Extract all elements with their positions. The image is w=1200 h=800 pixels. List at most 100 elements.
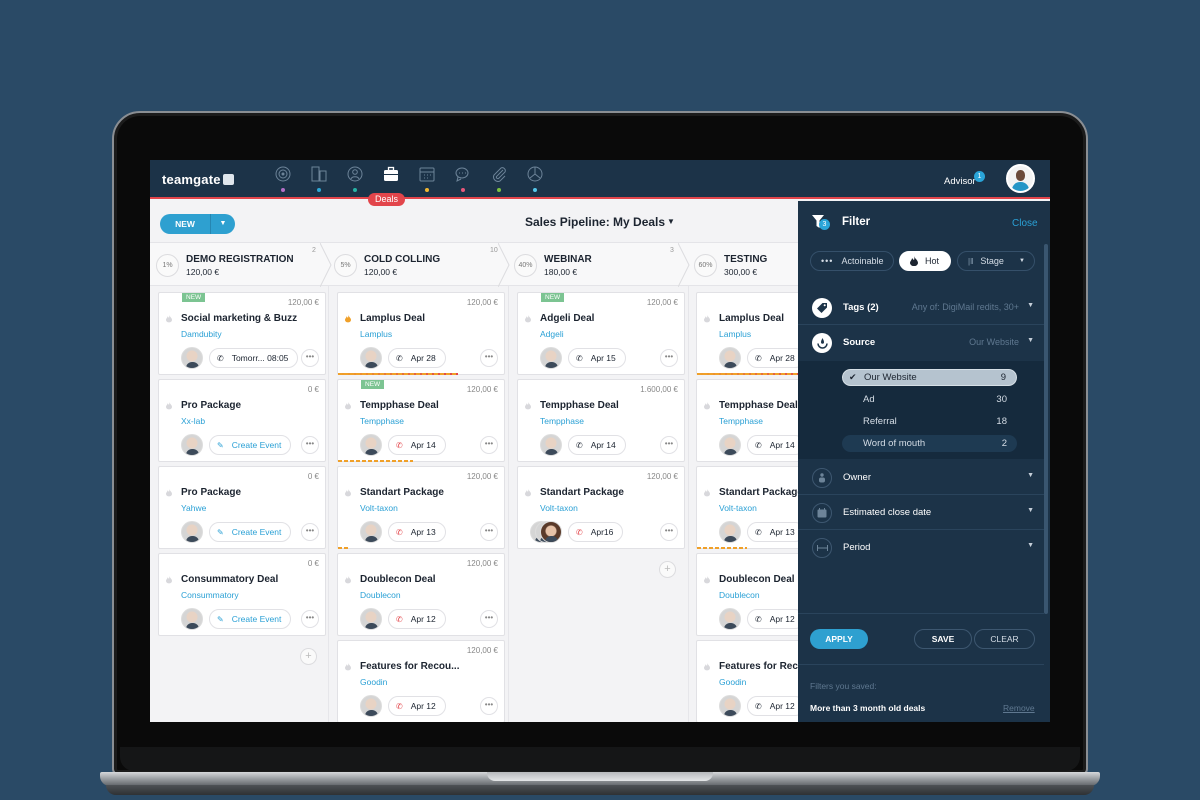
deal-company-link[interactable]: Xx-lab — [181, 416, 205, 426]
deal-company-link[interactable]: Yahwe — [181, 503, 206, 513]
filter-period[interactable]: Period ▼ — [798, 530, 1044, 565]
next-activity-button[interactable]: ✆ Apr 14 — [747, 435, 805, 455]
deal-card[interactable]: NEW 120,00 € Tempphase Deal Tempphase ✆ Apr… — [337, 379, 505, 462]
add-deal-button[interactable]: + — [300, 648, 317, 665]
deal-title[interactable]: Tempphase Deal — [360, 400, 439, 411]
avatar[interactable] — [540, 521, 562, 543]
owner-avatar[interactable] — [181, 347, 203, 369]
filter-tags[interactable]: Tags (2) Any of: DigiMail redits, 30+ ▼ — [798, 290, 1044, 325]
deal-title[interactable]: Doublecon Deal — [719, 574, 795, 585]
owner-avatar[interactable] — [360, 347, 382, 369]
nav-item-contact[interactable] — [337, 160, 373, 197]
deal-company-link[interactable]: Lamplus — [719, 329, 751, 339]
owner-avatar[interactable] — [181, 521, 203, 543]
more-options-button[interactable]: ••• — [301, 436, 319, 454]
owner-avatar[interactable] — [540, 434, 562, 456]
owner-avatar[interactable] — [181, 608, 203, 630]
deal-company-link[interactable]: Goodin — [360, 677, 387, 687]
next-activity-button[interactable]: ✆ Apr 12 — [388, 696, 446, 716]
add-deal-button[interactable]: + — [659, 561, 676, 578]
owner-avatar[interactable] — [360, 434, 382, 456]
new-button[interactable]: NEW ▼ — [160, 214, 235, 234]
more-options-button[interactable]: ••• — [660, 523, 678, 541]
user-avatar[interactable] — [1006, 164, 1035, 193]
deal-company-link[interactable]: Tempphase — [719, 416, 763, 426]
deal-card[interactable]: 120,00 € Features for Recou... Goodin ✆ Ap… — [337, 640, 505, 722]
apply-button[interactable]: APPLY — [810, 629, 868, 649]
more-options-button[interactable]: ••• — [480, 610, 498, 628]
next-activity-button[interactable]: ✆ Apr16 — [568, 522, 624, 542]
pipeline-selector[interactable]: Sales Pipeline: My Deals — [525, 215, 665, 229]
owner-avatar[interactable] — [181, 434, 203, 456]
more-options-button[interactable]: ••• — [301, 349, 319, 367]
deal-company-link[interactable]: Damdubity — [181, 329, 222, 339]
source-option[interactable]: Referral 18 — [842, 413, 1017, 430]
deal-card[interactable]: 0 € Consummatory Deal Consummatory ✎ Creat… — [158, 553, 326, 636]
next-activity-button[interactable]: ✆ Apr 12 — [747, 696, 805, 716]
deal-title[interactable]: Lamplus Deal — [360, 313, 425, 324]
deal-card[interactable]: NEW 120,00 € Adgeli Deal Adgeli ✆ Apr 15 ••… — [517, 292, 685, 375]
more-options-button[interactable]: ••• — [480, 697, 498, 715]
next-activity-button[interactable]: ✆ Apr 28 — [747, 348, 805, 368]
deal-title[interactable]: Adgeli Deal — [540, 313, 594, 324]
filter-scrollbar[interactable] — [1044, 244, 1048, 614]
nav-item-briefcase[interactable] — [373, 160, 409, 197]
deal-card[interactable]: 1.600,00 € Tempphase Deal Tempphase ✆ Apr … — [517, 379, 685, 462]
next-activity-button[interactable]: ✆ Apr 12 — [747, 609, 805, 629]
deal-title[interactable]: Standart Package — [540, 487, 624, 498]
deal-title[interactable]: Standart Package — [719, 487, 803, 498]
deal-card[interactable]: NEW 120,00 € Social marketing & Buzz Damd… — [158, 292, 326, 375]
next-activity-button[interactable]: ✎ Create Event — [209, 435, 292, 455]
source-option[interactable]: Word of mouth 2 — [842, 435, 1017, 452]
deal-card[interactable]: 120,00 € Standart Package Volt-taxon ✆ Apr… — [337, 466, 505, 549]
deal-company-link[interactable]: Tempphase — [540, 416, 584, 426]
deal-title[interactable]: Features for Recou... — [360, 661, 459, 672]
deal-title[interactable]: Pro Package — [181, 400, 241, 411]
next-activity-button[interactable]: ✆ Apr 14 — [568, 435, 626, 455]
nav-item-chat[interactable] — [445, 160, 481, 197]
next-activity-button[interactable]: ✆ Tomorr... 08:05 — [209, 348, 299, 368]
teamgate-logo[interactable]: teamgate — [162, 172, 234, 187]
deal-title[interactable]: Tempphase Deal — [719, 400, 798, 411]
more-options-button[interactable]: ••• — [660, 436, 678, 454]
chip-hot[interactable]: Hot — [899, 251, 951, 271]
deal-company-link[interactable]: Goodin — [719, 677, 746, 687]
chip-actionable[interactable]: ••• Actoinable — [810, 251, 894, 271]
saved-filter-item[interactable]: More than 3 month old deals — [810, 703, 925, 713]
more-options-button[interactable]: ••• — [301, 610, 319, 628]
owner-avatar[interactable] — [719, 521, 741, 543]
next-activity-button[interactable]: ✆ Apr 15 — [568, 348, 626, 368]
nav-item-calendar[interactable] — [409, 160, 445, 197]
next-activity-button[interactable]: ✆ Apr 14 — [388, 435, 446, 455]
owner-avatar[interactable] — [360, 608, 382, 630]
deal-card[interactable]: 0 € Pro Package Xx-lab ✎ Create Event ••• — [158, 379, 326, 462]
user-role[interactable]: Advisor — [944, 176, 976, 187]
deal-card[interactable]: 120,00 € Lamplus Deal Lamplus ✆ Apr 28 ••• — [337, 292, 505, 375]
owner-avatar[interactable] — [719, 695, 741, 717]
filter-source[interactable]: Source Our Website ▼ — [798, 325, 1044, 360]
filter-close-date[interactable]: Estimated close date ▼ — [798, 495, 1044, 530]
clear-button[interactable]: CLEAR — [974, 629, 1035, 649]
deal-title[interactable]: Doublecon Deal — [360, 574, 436, 585]
filter-close-link[interactable]: Close — [1012, 218, 1038, 229]
owner-avatar[interactable] — [540, 347, 562, 369]
filter-owner[interactable]: Owner ▼ — [798, 460, 1044, 495]
deal-company-link[interactable]: Tempphase — [360, 416, 404, 426]
stage-header[interactable]: 5% COLD COLLING 120,00 € 10 — [328, 243, 510, 287]
deal-title[interactable]: Lamplus Deal — [719, 313, 784, 324]
more-options-button[interactable]: ••• — [660, 349, 678, 367]
deal-company-link[interactable]: Volt-taxon — [719, 503, 757, 513]
save-button[interactable]: SAVE — [914, 629, 972, 649]
deal-card[interactable]: 120,00 € Doublecon Deal Doublecon ✆ Apr 12… — [337, 553, 505, 636]
source-option[interactable]: ✔ Our Website 9 — [842, 369, 1017, 386]
deal-company-link[interactable]: Volt-taxon — [360, 503, 398, 513]
deal-title[interactable]: Pro Package — [181, 487, 241, 498]
nav-item-buildings[interactable] — [301, 160, 337, 197]
deal-card[interactable]: 0 € Pro Package Yahwe ✎ Create Event ••• — [158, 466, 326, 549]
nav-item-target[interactable] — [265, 160, 301, 197]
nav-item-paperclip[interactable] — [481, 160, 517, 197]
nav-item-pie-chart[interactable] — [517, 160, 553, 197]
owner-avatar[interactable] — [719, 434, 741, 456]
next-activity-button[interactable]: ✎ Create Event — [209, 609, 292, 629]
owner-avatar[interactable] — [719, 608, 741, 630]
